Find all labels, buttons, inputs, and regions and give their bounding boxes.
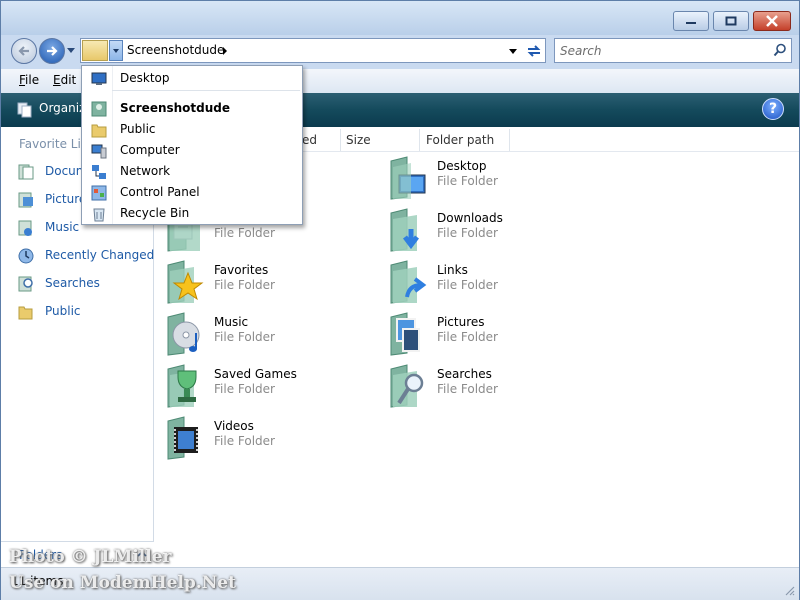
watermark: Photo © JLMiller Use on ModemHelp.Net bbox=[9, 547, 236, 593]
column-divider[interactable] bbox=[509, 129, 510, 151]
close-icon bbox=[766, 15, 778, 27]
folder-icon bbox=[18, 306, 33, 320]
arrow-left-icon bbox=[18, 46, 29, 56]
music-icon bbox=[18, 220, 32, 236]
help-button[interactable]: ? bbox=[762, 98, 784, 120]
menu-item-control-panel[interactable]: Control Panel bbox=[82, 182, 302, 203]
user-folder-icon bbox=[91, 101, 107, 117]
address-root-dropdown-menu: Desktop Screenshotdude Public Computer N… bbox=[81, 65, 303, 225]
list-item[interactable]: Searches File Folder bbox=[387, 363, 597, 413]
resize-grip-icon[interactable] bbox=[783, 584, 795, 596]
computer-icon bbox=[91, 144, 107, 159]
column-divider[interactable] bbox=[419, 129, 420, 151]
list-item[interactable]: Videos File Folder bbox=[164, 415, 374, 465]
list-item[interactable]: Downloads File Folder bbox=[387, 207, 597, 257]
navigation-bar: Screenshotdude Search bbox=[1, 35, 799, 67]
explorer-window: Screenshotdude Search File Edit Organiz … bbox=[0, 0, 800, 600]
menu-item-network[interactable]: Network bbox=[82, 161, 302, 182]
control-panel-icon bbox=[91, 185, 107, 201]
column-header-size[interactable]: Size bbox=[346, 133, 371, 147]
address-bar[interactable]: Screenshotdude bbox=[80, 38, 546, 63]
searches-folder-icon bbox=[390, 364, 424, 408]
pictures-folder-icon bbox=[390, 312, 420, 356]
desktop-icon bbox=[91, 72, 107, 85]
search-box[interactable]: Search bbox=[554, 38, 792, 63]
links-folder-icon bbox=[390, 260, 427, 304]
column-header-date-modified[interactable]: ed bbox=[302, 133, 317, 147]
desktop-folder-icon bbox=[390, 156, 426, 200]
list-item[interactable]: Links File Folder bbox=[387, 259, 597, 309]
menu-item-public[interactable]: Public bbox=[82, 119, 302, 140]
list-item[interactable]: Pictures File Folder bbox=[387, 311, 597, 361]
recent-icon bbox=[18, 248, 34, 264]
organize-button[interactable]: Organiz bbox=[39, 101, 85, 115]
folder-icon bbox=[82, 40, 108, 61]
pictures-icon bbox=[18, 192, 33, 208]
forward-button[interactable] bbox=[39, 38, 65, 64]
close-button[interactable] bbox=[753, 11, 791, 31]
videos-folder-icon bbox=[167, 416, 198, 460]
menu-edit[interactable]: Edit bbox=[53, 73, 76, 87]
menu-item-recycle-bin[interactable]: Recycle Bin bbox=[82, 203, 302, 224]
menu-item-screenshotdude[interactable]: Screenshotdude bbox=[82, 98, 302, 119]
refresh-icon[interactable] bbox=[523, 40, 547, 65]
minimize-button[interactable] bbox=[673, 11, 709, 31]
recent-pages-dropdown[interactable] bbox=[67, 48, 75, 53]
arrow-right-icon bbox=[47, 46, 58, 56]
address-path-segment[interactable]: Screenshotdude bbox=[127, 43, 224, 57]
chevron-right-icon[interactable] bbox=[223, 47, 227, 55]
network-icon bbox=[92, 165, 106, 179]
searches-icon bbox=[18, 276, 33, 292]
chevron-down-icon[interactable] bbox=[509, 49, 517, 54]
maximize-button[interactable] bbox=[713, 11, 749, 31]
column-divider[interactable] bbox=[340, 129, 341, 151]
maximize-icon bbox=[725, 16, 737, 26]
music-folder-icon bbox=[167, 312, 200, 356]
address-root-dropdown-button[interactable] bbox=[109, 40, 123, 61]
minimize-icon bbox=[686, 22, 696, 24]
title-bar[interactable] bbox=[1, 1, 799, 35]
downloads-folder-icon bbox=[390, 208, 419, 252]
favorite-links-header: Favorite Lin bbox=[19, 137, 89, 151]
menu-item-desktop[interactable]: Desktop bbox=[82, 68, 302, 89]
search-input[interactable]: Search bbox=[560, 44, 602, 58]
menu-file[interactable]: File bbox=[19, 73, 39, 87]
folder-icon bbox=[91, 124, 107, 138]
recycle-bin-icon bbox=[93, 208, 105, 222]
organize-icon bbox=[17, 102, 32, 118]
saved-games-folder-icon bbox=[167, 364, 197, 408]
favorites-folder-icon bbox=[167, 260, 204, 304]
column-header-folder-path[interactable]: Folder path bbox=[426, 133, 494, 147]
back-button[interactable] bbox=[11, 38, 37, 64]
list-item[interactable]: Saved Games File Folder bbox=[164, 363, 374, 413]
list-item[interactable]: Favorites File Folder bbox=[164, 259, 374, 309]
search-icon[interactable] bbox=[773, 43, 787, 57]
list-item[interactable]: Music File Folder bbox=[164, 311, 374, 361]
menu-separator bbox=[112, 90, 300, 91]
list-item[interactable]: Desktop File Folder bbox=[387, 155, 597, 205]
documents-icon bbox=[18, 164, 34, 180]
menu-item-computer[interactable]: Computer bbox=[82, 140, 302, 161]
